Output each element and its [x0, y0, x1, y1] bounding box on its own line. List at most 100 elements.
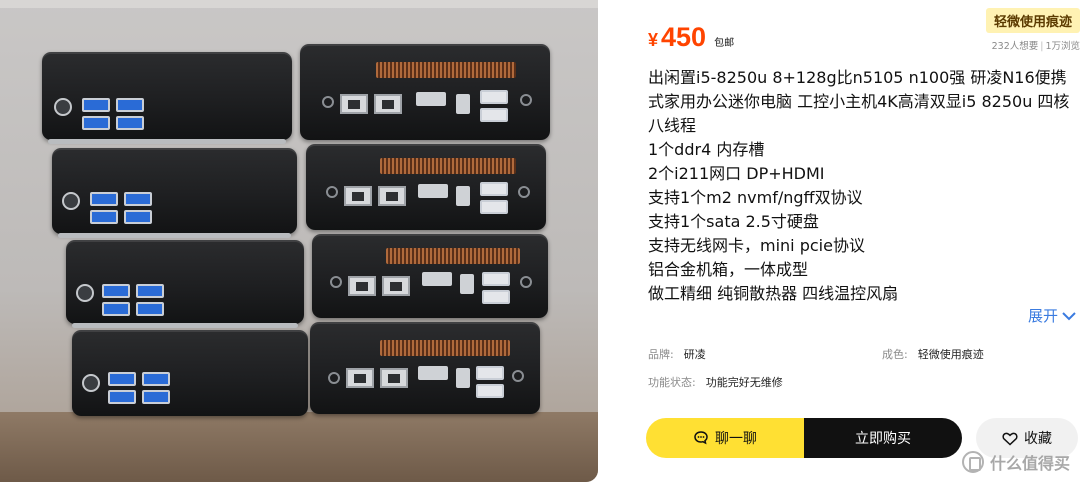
- usb-port-icon: [108, 390, 136, 404]
- usb-port-icon: [82, 116, 110, 130]
- shipping-label: 包邮: [714, 38, 735, 49]
- copper-vent: [380, 340, 510, 356]
- hdmi-port-icon: [422, 272, 452, 286]
- dc-power-jack-icon: [520, 276, 532, 288]
- usb-port-icon: [102, 302, 130, 316]
- usb-port-icon: [482, 290, 510, 304]
- usb-port-icon: [102, 284, 130, 298]
- audio-jack-icon: [322, 96, 334, 108]
- attr-value: 轻微使用痕迹: [917, 348, 984, 361]
- description-line: 2个i211网口 DP+HDMI: [648, 164, 825, 183]
- audio-jack-icon: [328, 372, 340, 384]
- copper-vent: [376, 62, 516, 78]
- ethernet-port-icon: [382, 276, 410, 296]
- ethernet-port-icon: [340, 94, 368, 114]
- ethernet-port-icon: [346, 368, 374, 388]
- description-line: 铝合金机箱，一体成型: [648, 260, 809, 279]
- buy-label: 立即购买: [855, 431, 911, 447]
- mini-pc-front: [52, 148, 297, 238]
- usb-port-icon: [90, 192, 118, 206]
- chat-button[interactable]: 聊一聊: [646, 418, 804, 458]
- usb-port-icon: [476, 384, 504, 398]
- ethernet-port-icon: [380, 368, 408, 388]
- ethernet-port-icon: [344, 186, 372, 206]
- hdmi-port-icon: [418, 366, 448, 380]
- expand-link[interactable]: 展开: [1028, 305, 1076, 326]
- mini-pc-rear: [310, 322, 540, 414]
- hdmi-port-icon: [418, 184, 448, 198]
- price-row: ¥ 450 包邮: [648, 22, 734, 53]
- audio-jack-icon: [330, 276, 342, 288]
- copper-vent: [380, 158, 516, 174]
- power-button-icon: [76, 284, 94, 302]
- usb-port-icon: [124, 210, 152, 224]
- price-value: 450: [661, 22, 707, 52]
- condition-badge: 轻微使用痕迹: [985, 8, 1080, 33]
- displayport-icon: [456, 94, 470, 114]
- photo-shelf: [0, 412, 598, 482]
- description-line: 出闲置i5-8250u 8+128g比n5105 n100强 研凌N16便携式家…: [648, 68, 1070, 135]
- usb-port-icon: [480, 108, 508, 122]
- site-watermark: 什么值得买: [961, 450, 1070, 474]
- displayport-icon: [456, 368, 470, 388]
- copper-vent: [386, 248, 520, 264]
- description-line: 1个ddr4 内存槽: [648, 140, 765, 159]
- power-button-icon: [82, 374, 100, 392]
- heart-icon: [1002, 432, 1018, 446]
- views-count: 1万浏览: [1045, 41, 1080, 52]
- attr-value: 研凌: [683, 348, 706, 361]
- ethernet-port-icon: [348, 276, 376, 296]
- usb-port-icon: [82, 98, 110, 112]
- attr-value: 功能完好无维修: [705, 376, 783, 389]
- usb-port-icon: [480, 182, 508, 196]
- usb-port-icon: [116, 98, 144, 112]
- favorite-label: 收藏: [1024, 431, 1052, 447]
- expand-label: 展开: [1027, 307, 1058, 325]
- usb-port-icon: [136, 284, 164, 298]
- mini-pc-rear: [306, 144, 546, 230]
- audio-jack-icon: [326, 186, 338, 198]
- listing-info-panel: ¥ 450 包邮 轻微使用痕迹 232人想要 | 1万浏览 出闲置i5-8250u …: [628, 0, 1080, 482]
- usb-port-icon: [124, 192, 152, 206]
- dc-power-jack-icon: [518, 186, 530, 198]
- attr-key: 成色:: [882, 348, 908, 361]
- usb-port-icon: [116, 116, 144, 130]
- mini-pc-front: [66, 240, 304, 328]
- mini-pc-rear: [300, 44, 550, 140]
- wants-count: 232人想要: [991, 41, 1039, 52]
- attr-condition: 成色: 轻微使用痕迹: [882, 346, 984, 362]
- mini-pc-rear: [312, 234, 548, 318]
- attr-key: 品牌:: [648, 348, 674, 361]
- usb-port-icon: [136, 302, 164, 316]
- mini-pc-front: [72, 330, 308, 416]
- hdmi-port-icon: [416, 92, 446, 106]
- attr-brand: 品牌: 研凌: [648, 346, 706, 362]
- watermark-text: 什么值得买: [989, 454, 1070, 473]
- ethernet-port-icon: [374, 94, 402, 114]
- price-currency: ¥: [648, 30, 659, 50]
- chassis-rail: [58, 233, 291, 238]
- attr-key: 功能状态:: [648, 376, 696, 389]
- power-button-icon: [54, 98, 72, 116]
- photo-wall: [0, 0, 598, 8]
- watermark-logo-icon: [961, 451, 984, 473]
- displayport-icon: [460, 274, 474, 294]
- dc-power-jack-icon: [520, 94, 532, 106]
- chevron-down-icon: [1062, 311, 1076, 320]
- usb-port-icon: [90, 210, 118, 224]
- usb-port-icon: [476, 366, 504, 380]
- listing-stats: 232人想要 | 1万浏览: [992, 38, 1080, 52]
- usb-port-icon: [108, 372, 136, 386]
- description-line: 支持无线网卡，mini pcie协议: [648, 236, 865, 255]
- buy-now-button[interactable]: 立即购买: [804, 418, 962, 458]
- power-button-icon: [62, 192, 80, 210]
- listing-description: 出闲置i5-8250u 8+128g比n5105 n100强 研凌N16便携式家…: [648, 66, 1078, 306]
- chassis-rail: [48, 139, 286, 144]
- usb-port-icon: [480, 90, 508, 104]
- ethernet-port-icon: [378, 186, 406, 206]
- chassis-rail: [72, 323, 298, 328]
- usb-port-icon: [142, 372, 170, 386]
- usb-port-icon: [482, 272, 510, 286]
- product-photo[interactable]: [0, 0, 598, 482]
- description-line: 支持1个sata 2.5寸硬盘: [648, 212, 819, 231]
